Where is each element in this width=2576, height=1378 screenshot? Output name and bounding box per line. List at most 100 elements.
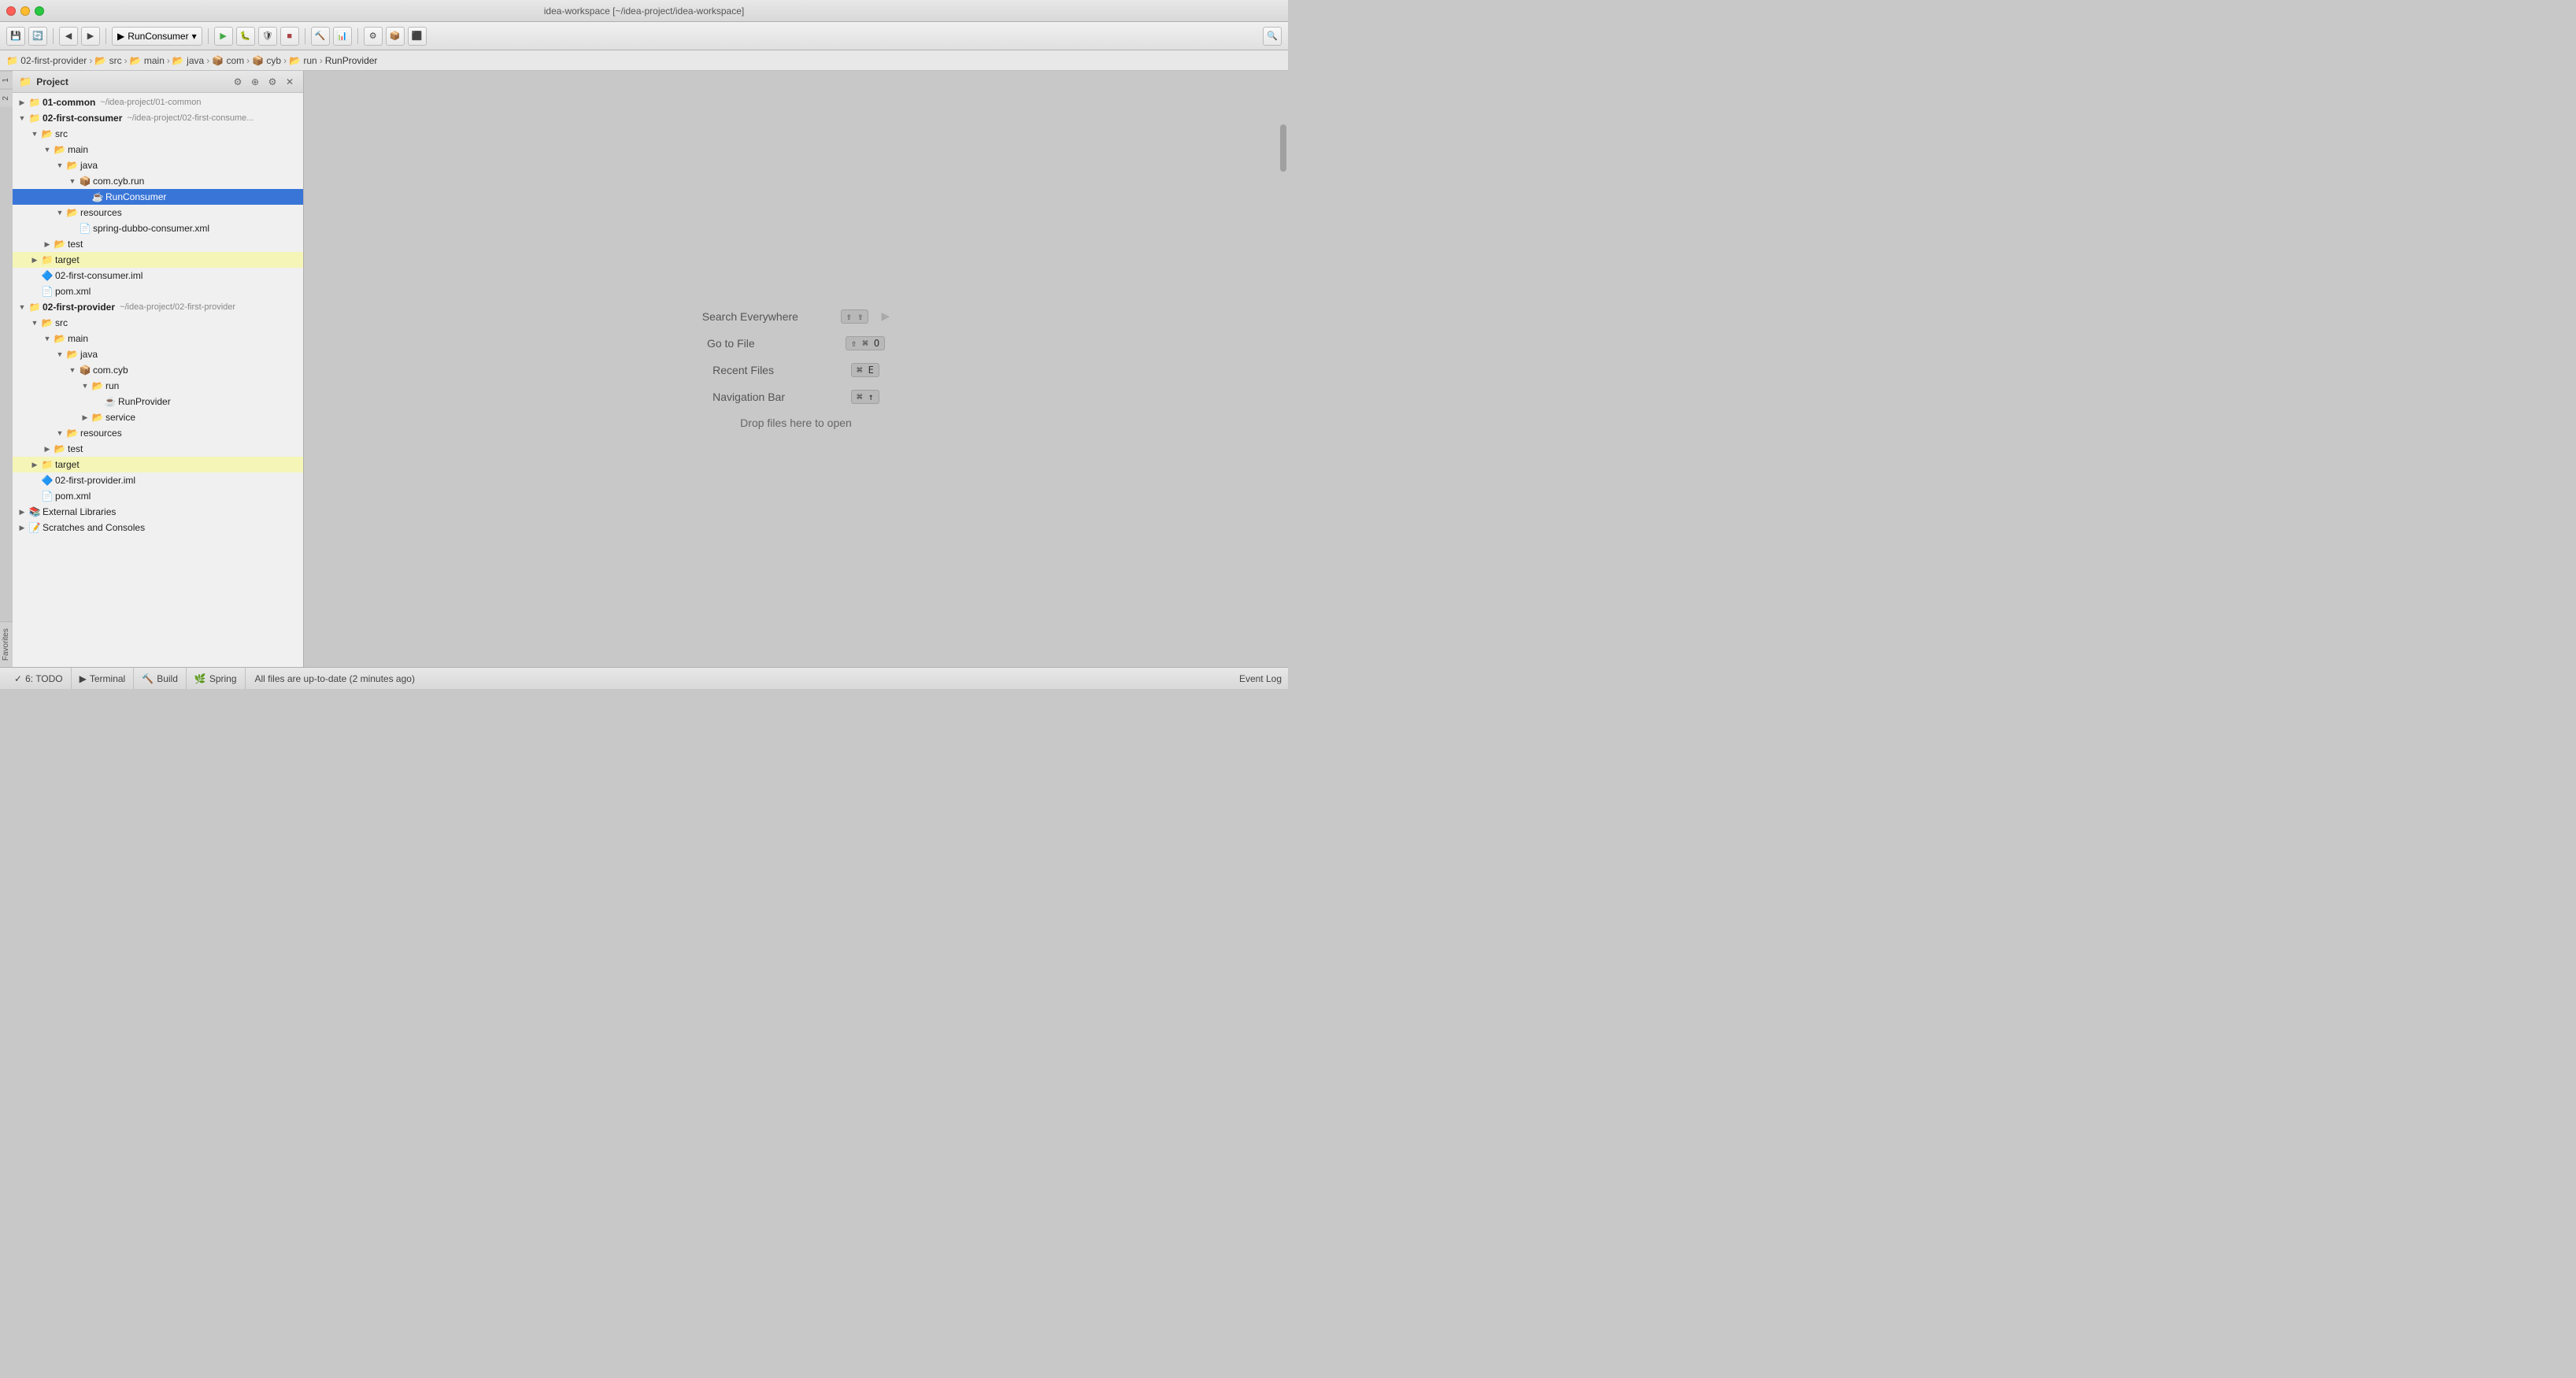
arrow-com-cyb: ▼: [66, 364, 79, 376]
arrow-consumer-iml: [28, 269, 41, 282]
tree-item-external-libs[interactable]: ▶ 📚 External Libraries: [13, 504, 303, 520]
breadcrumb-item-5[interactable]: 📦 com: [212, 55, 244, 66]
tree-item-provider-resources[interactable]: ▼ 📂 resources: [13, 425, 303, 441]
arrow-consumer-resources: ▼: [54, 206, 66, 219]
stop-button[interactable]: ■: [280, 27, 299, 46]
shortcut-go-to-file: Go to File ⇧ ⌘ O: [707, 336, 885, 350]
breadcrumb-current: RunProvider: [325, 55, 378, 66]
tree-item-consumer-src[interactable]: ▼ 📂 src: [13, 126, 303, 142]
tree-item-consumer-pom[interactable]: 📄 pom.xml: [13, 283, 303, 299]
breadcrumb-sep-6: ›: [283, 55, 287, 66]
tree-item-provider-test[interactable]: ▶ 📂 test: [13, 441, 303, 457]
sync-button[interactable]: 🔄: [28, 27, 47, 46]
icon-run-folder: 📂: [91, 380, 104, 392]
tree-item-consumer-iml[interactable]: 🔷 02-first-consumer.iml: [13, 268, 303, 283]
run-config-icon: ▶: [117, 31, 124, 42]
icon-runconsumer: ☕: [91, 191, 104, 203]
breadcrumb-item-1[interactable]: 📁 02-first-provider: [6, 55, 87, 66]
icon-runprovider: ☕: [104, 395, 117, 408]
icon-provider-main: 📂: [54, 332, 66, 345]
sdk-button[interactable]: 📦: [386, 27, 405, 46]
forward-button[interactable]: ▶: [81, 27, 100, 46]
tree-item-provider-src[interactable]: ▼ 📂 src: [13, 315, 303, 331]
run-icon: ▶: [220, 31, 226, 41]
tree-item-provider-pom[interactable]: 📄 pom.xml: [13, 488, 303, 504]
terminal-icon: ⬛: [412, 31, 423, 41]
terminal-label: Terminal: [90, 673, 125, 684]
tree-item-com-cyb-run[interactable]: ▼ 📦 com.cyb.run: [13, 173, 303, 189]
main-content: Search Everywhere ⇧ ⇧ ▶ Go to File ⇧ ⌘ O…: [304, 71, 1288, 667]
tree-item-02-provider[interactable]: ▼ 📁 02-first-provider ~/idea-project/02-…: [13, 299, 303, 315]
profile-button[interactable]: 📊: [333, 27, 352, 46]
tree-item-provider-main[interactable]: ▼ 📂 main: [13, 331, 303, 346]
breadcrumb-item-2[interactable]: 📂 src: [94, 55, 121, 66]
close-button[interactable]: [6, 6, 16, 16]
tree-item-consumer-resources[interactable]: ▼ 📂 resources: [13, 205, 303, 220]
tree-item-runprovider[interactable]: ☕ RunProvider: [13, 394, 303, 409]
tree-item-service[interactable]: ▶ 📂 service: [13, 409, 303, 425]
tab-2[interactable]: 2: [0, 89, 13, 107]
tree-item-runconsumer[interactable]: ☕ RunConsumer: [13, 189, 303, 205]
breadcrumb-item-7[interactable]: 📂 run: [289, 55, 317, 66]
save-button[interactable]: 💾: [6, 27, 25, 46]
status-message: All files are up-to-date (2 minutes ago): [246, 673, 424, 684]
tree-item-run-folder[interactable]: ▼ 📂 run: [13, 378, 303, 394]
tree-item-spring-consumer-xml[interactable]: 📄 spring-dubbo-consumer.xml: [13, 220, 303, 236]
panel-gear-btn[interactable]: ⚙: [265, 75, 279, 89]
breadcrumb-item-3[interactable]: 📂 main: [130, 55, 165, 66]
run-button[interactable]: ▶: [214, 27, 233, 46]
debug-button[interactable]: 🐛: [236, 27, 255, 46]
minimize-button[interactable]: [20, 6, 30, 16]
arrow-provider-java: ▼: [54, 348, 66, 361]
coverage-button[interactable]: 🛡: [258, 27, 277, 46]
tree-item-consumer-java[interactable]: ▼ 📂 java: [13, 157, 303, 173]
run-config-selector[interactable]: ▶ RunConsumer ▾: [112, 27, 202, 46]
arrow-spring-consumer-xml: [66, 222, 79, 235]
arrow-runconsumer: [79, 191, 91, 203]
shortcut-search-arrow: ▶: [881, 309, 890, 323]
event-log-button[interactable]: Event Log: [1239, 673, 1282, 684]
icon-provider-resources: 📂: [66, 427, 79, 439]
tab-1[interactable]: 1: [0, 71, 13, 89]
breadcrumb-sep-3: ›: [167, 55, 170, 66]
status-tab-todo[interactable]: ✓ 6: TODO: [6, 668, 72, 690]
panel-close-btn[interactable]: ✕: [283, 75, 297, 89]
icon-consumer-target: 📁: [41, 254, 54, 266]
favorites-tab[interactable]: Favorites: [0, 621, 13, 667]
panel-scroll-btn[interactable]: ⊕: [248, 75, 262, 89]
icon-scratches: 📝: [28, 521, 41, 534]
breadcrumb-item-4[interactable]: 📂 java: [172, 55, 204, 66]
status-tab-spring[interactable]: 🌿 Spring: [187, 668, 246, 690]
panel-settings-btn[interactable]: ⚙: [231, 75, 245, 89]
arrow-scratches: ▶: [16, 521, 28, 534]
tree-item-com-cyb[interactable]: ▼ 📦 com.cyb: [13, 362, 303, 378]
title-bar: idea-workspace [~/idea-project/idea-work…: [0, 0, 1288, 22]
tree-item-consumer-target[interactable]: ▶ 📁 target: [13, 252, 303, 268]
breadcrumb-sep-4: ›: [206, 55, 209, 66]
tree-item-provider-target[interactable]: ▶ 📁 target: [13, 457, 303, 472]
tree-item-consumer-main[interactable]: ▼ 📂 main: [13, 142, 303, 157]
breadcrumb-item-6[interactable]: 📦 cyb: [252, 55, 281, 66]
tree-item-provider-iml[interactable]: 🔷 02-first-provider.iml: [13, 472, 303, 488]
tree-item-01-common[interactable]: ▶ 📁 01-common ~/idea-project/01-common: [13, 94, 303, 110]
icon-consumer-iml: 🔷: [41, 269, 54, 282]
icon-consumer-main: 📂: [54, 143, 66, 156]
separator-5: [357, 28, 358, 44]
status-tab-build[interactable]: 🔨 Build: [134, 668, 187, 690]
tree-item-02-consumer[interactable]: ▼ 📁 02-first-consumer ~/idea-project/02-…: [13, 110, 303, 126]
terminal-button[interactable]: ⬛: [408, 27, 427, 46]
tree-item-consumer-test[interactable]: ▶ 📂 test: [13, 236, 303, 252]
settings-button[interactable]: ⚙: [364, 27, 383, 46]
tree-item-scratches[interactable]: ▶ 📝 Scratches and Consoles: [13, 520, 303, 535]
search-everywhere-button[interactable]: 🔍: [1263, 27, 1282, 46]
icon-consumer-resources: 📂: [66, 206, 79, 219]
scrollbar-thumb[interactable]: [1280, 124, 1286, 172]
maximize-button[interactable]: [35, 6, 44, 16]
build-button[interactable]: 🔨: [311, 27, 330, 46]
shortcut-recent-files: Recent Files ⌘ E: [712, 363, 879, 377]
tree-item-provider-java[interactable]: ▼ 📂 java: [13, 346, 303, 362]
back-button[interactable]: ◀: [59, 27, 78, 46]
icon-provider-src: 📂: [41, 317, 54, 329]
status-tab-terminal[interactable]: ▶ Terminal: [72, 668, 135, 690]
build-status-icon: 🔨: [142, 673, 154, 684]
